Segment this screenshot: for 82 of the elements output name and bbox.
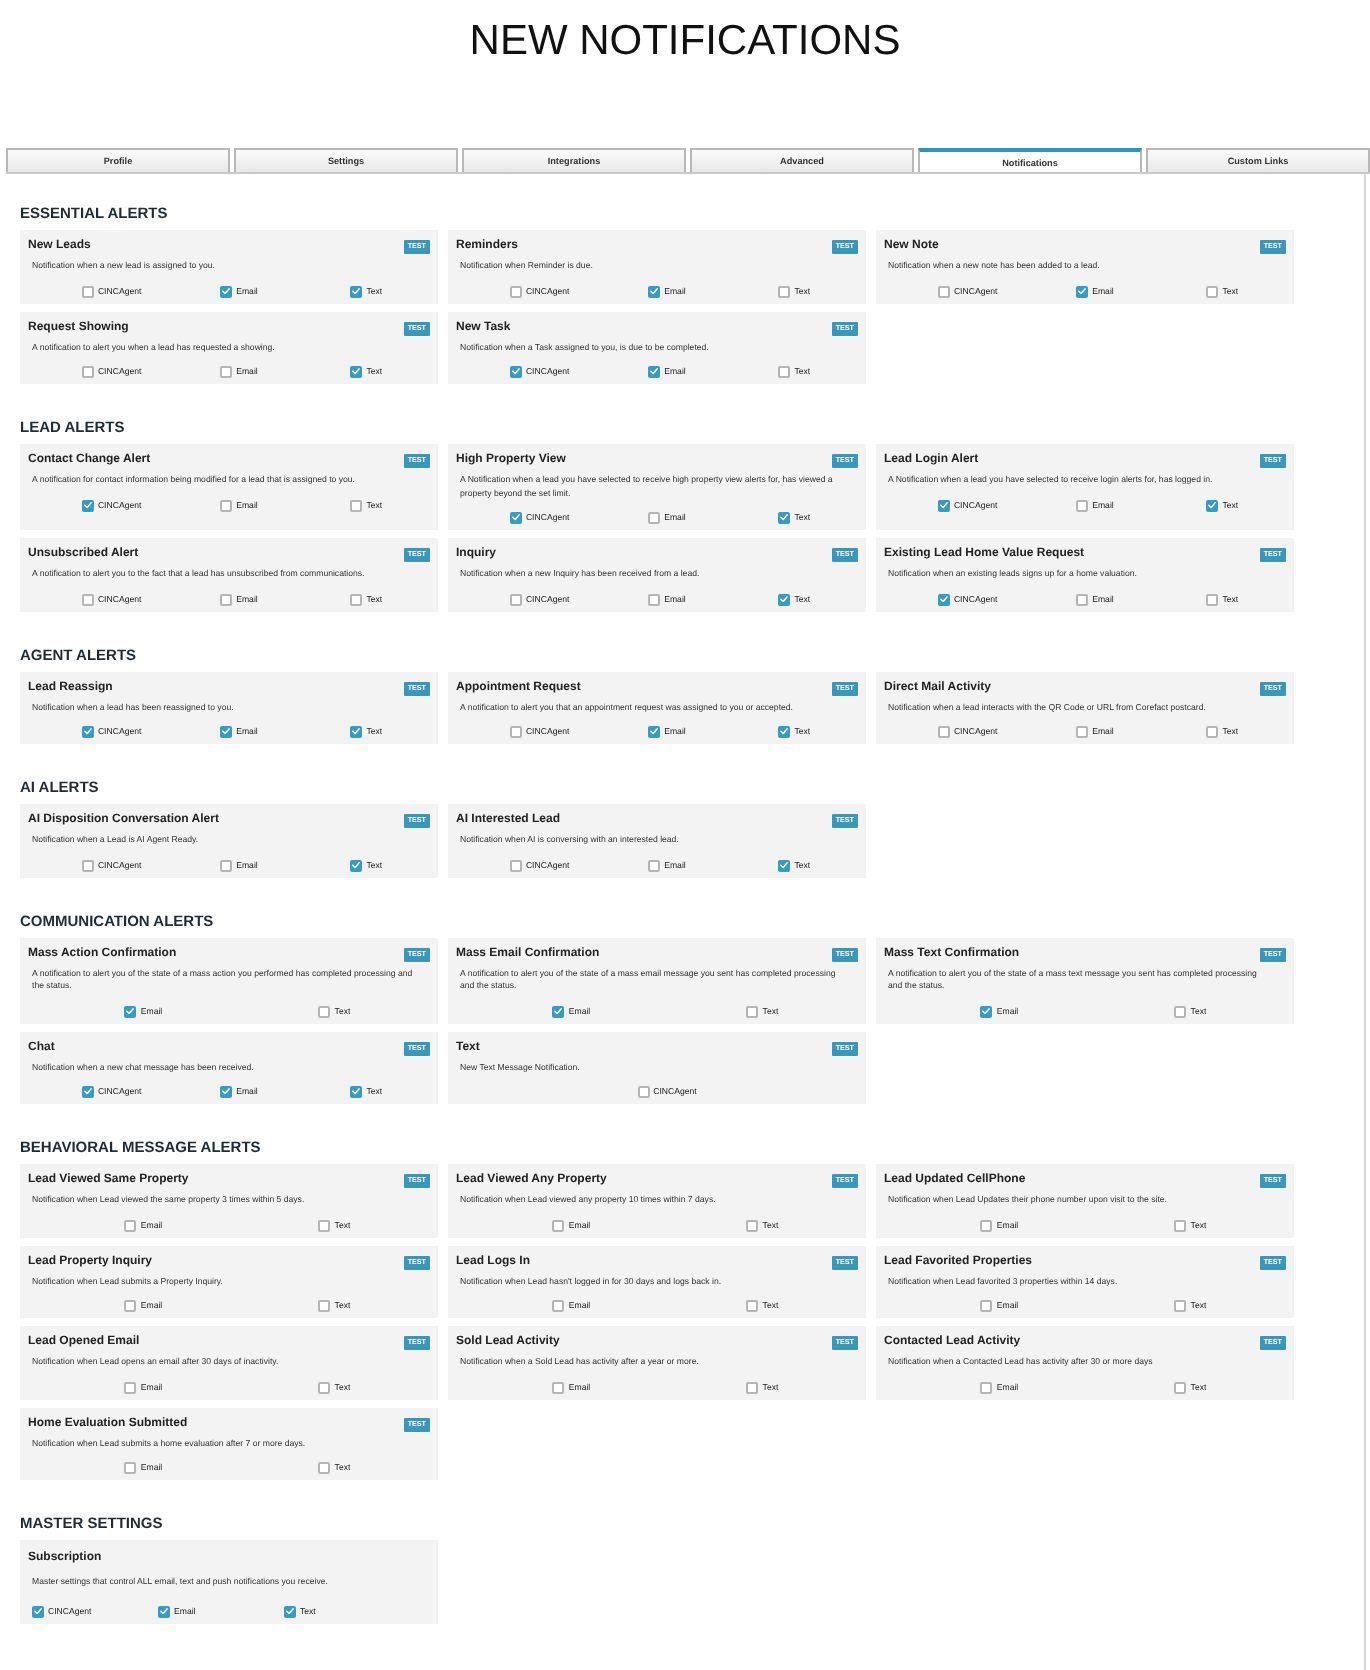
checkmark-icon: [1208, 501, 1217, 509]
checkbox[interactable]: [509, 726, 522, 738]
checkbox[interactable]: [648, 859, 661, 871]
checkbox[interactable]: [220, 593, 233, 605]
checkmark-icon: [83, 501, 92, 509]
checkbox[interactable]: [1174, 1300, 1187, 1312]
checkmark-icon: [554, 1007, 563, 1015]
checkmark-icon: [352, 287, 361, 295]
checkmark-icon: [650, 728, 659, 736]
checkmark-icon: [939, 501, 948, 509]
checkbox[interactable]: [552, 1219, 565, 1231]
checkmark-icon: [780, 595, 789, 603]
checkmark-icon: [352, 368, 361, 376]
checkbox[interactable]: [746, 1219, 759, 1231]
checkmark-icon: [222, 1088, 231, 1096]
checkmark-icon: [83, 1088, 92, 1096]
checkbox[interactable]: [1206, 593, 1219, 605]
checkbox[interactable]: [350, 499, 363, 511]
checkbox[interactable]: [1206, 726, 1219, 738]
page-title: NEW NOTIFICATIONS: [469, 20, 901, 64]
checkbox[interactable]: [778, 366, 791, 378]
checkbox[interactable]: [980, 1300, 993, 1312]
checkbox[interactable]: [318, 1005, 331, 1017]
checkbox[interactable]: [937, 285, 950, 297]
checkbox[interactable]: [124, 1462, 137, 1474]
checkbox[interactable]: [1174, 1219, 1187, 1231]
checkbox[interactable]: [552, 1300, 565, 1312]
checkbox[interactable]: [220, 366, 233, 378]
checkbox[interactable]: [1174, 1005, 1187, 1017]
checkbox[interactable]: [318, 1300, 331, 1312]
checkmark-icon: [222, 287, 231, 295]
checkmark-icon: [1078, 287, 1087, 295]
checkbox[interactable]: [980, 1219, 993, 1231]
checkmark-icon: [352, 728, 361, 736]
checkbox[interactable]: [980, 1381, 993, 1393]
checkmark-icon: [222, 728, 231, 736]
checkbox[interactable]: [509, 285, 522, 297]
checkbox[interactable]: [509, 593, 522, 605]
checkbox[interactable]: [318, 1381, 331, 1393]
checkbox[interactable]: [778, 285, 791, 297]
checkmark-icon: [780, 728, 789, 736]
checkmark-icon: [650, 287, 659, 295]
checkbox[interactable]: [124, 1219, 137, 1231]
checkbox[interactable]: [1076, 499, 1089, 511]
checkbox[interactable]: [1076, 726, 1089, 738]
checkmark-icon: [352, 1088, 361, 1096]
checkbox[interactable]: [1174, 1381, 1187, 1393]
checkbox[interactable]: [220, 859, 233, 871]
checkmark-icon: [126, 1007, 135, 1015]
checkbox[interactable]: [509, 859, 522, 871]
checkbox[interactable]: [124, 1300, 137, 1312]
checkmark-icon: [939, 595, 948, 603]
checkbox[interactable]: [318, 1219, 331, 1231]
checkbox[interactable]: [1206, 285, 1219, 297]
checkmark-icon: [780, 861, 789, 869]
checkbox[interactable]: [81, 285, 94, 297]
checkbox[interactable]: [81, 366, 94, 378]
checkmark-icon: [286, 1607, 294, 1615]
checkmark-icon: [160, 1607, 168, 1615]
checkmark-icon: [650, 368, 659, 376]
checkbox[interactable]: [220, 499, 233, 511]
checkbox[interactable]: [746, 1005, 759, 1017]
checkbox[interactable]: [1076, 593, 1089, 605]
checkbox[interactable]: [318, 1462, 331, 1474]
checkbox[interactable]: [552, 1381, 565, 1393]
checkmark-icon: [511, 514, 520, 522]
checkbox[interactable]: [124, 1381, 137, 1393]
checkbox[interactable]: [937, 726, 950, 738]
checkbox[interactable]: [350, 593, 363, 605]
checkbox[interactable]: [746, 1300, 759, 1312]
checkbox[interactable]: [648, 593, 661, 605]
checkbox[interactable]: [648, 512, 661, 524]
checkbox[interactable]: [81, 593, 94, 605]
checkmark-icon: [352, 861, 361, 869]
checkbox[interactable]: [746, 1381, 759, 1393]
checkmark-icon: [34, 1607, 42, 1615]
checkmark-icon: [780, 514, 789, 522]
checkbox[interactable]: [637, 1086, 650, 1098]
checkmark-icon: [982, 1007, 991, 1015]
checkmark-icon: [83, 728, 92, 736]
checkmark-icon: [511, 368, 520, 376]
checkbox[interactable]: [81, 859, 94, 871]
